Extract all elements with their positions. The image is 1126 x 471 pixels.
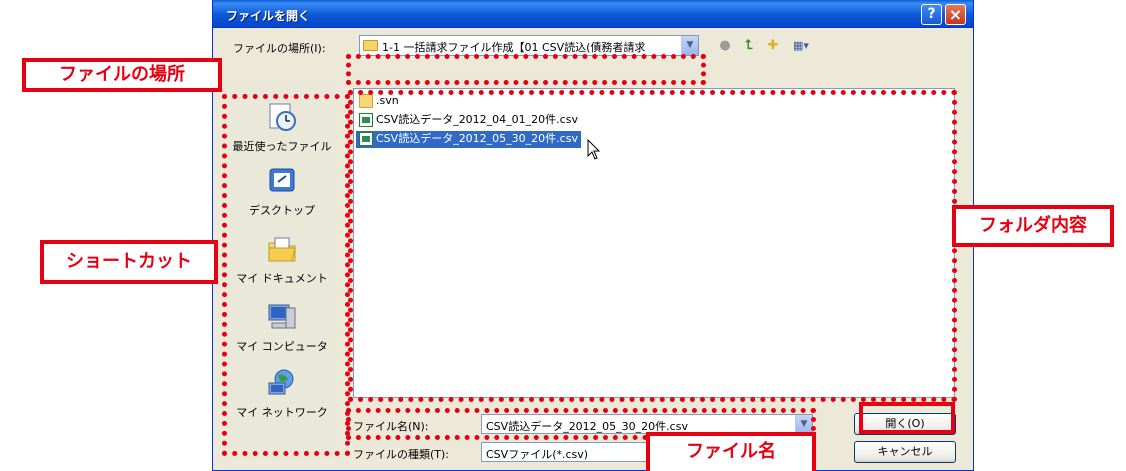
help-button[interactable]: ?: [921, 4, 942, 25]
new-folder-icon[interactable]: ✚: [765, 38, 781, 54]
look-in-label: ファイルの場所(I):: [233, 42, 326, 55]
title-bar[interactable]: ファイルを開く ? ×: [213, 0, 973, 28]
location-highlight: [346, 54, 706, 85]
shortcut-callout: ショートカット: [40, 240, 218, 284]
chevron-down-icon[interactable]: ▼: [681, 36, 698, 55]
file-type-value: CSVファイル(*.csv): [486, 448, 589, 461]
look-in-value: 1-1 一括請求ファイル作成【01 CSV読込(債務者請求: [382, 41, 646, 54]
view-menu-icon[interactable]: ▦▾: [790, 38, 812, 54]
look-in-dropdown[interactable]: 1-1 一括請求ファイル作成【01 CSV読込(債務者請求 ▼: [359, 35, 699, 56]
close-button[interactable]: ×: [945, 4, 966, 25]
folder-content-callout: フォルダ内容: [952, 205, 1114, 247]
shortcut-highlight: [222, 94, 350, 456]
up-folder-icon[interactable]: ⮤: [741, 38, 757, 54]
cancel-button[interactable]: キャンセル: [854, 441, 956, 463]
folder-icon: [363, 40, 378, 51]
file-type-label: ファイルの種類(T):: [353, 448, 450, 461]
dialog-title: ファイルを開く: [226, 9, 311, 23]
location-callout: ファイルの場所: [22, 58, 222, 92]
folder-content-highlight: [348, 90, 957, 402]
file-name-callout: ファイル名: [646, 432, 816, 471]
open-button-highlight: [859, 402, 955, 434]
back-icon[interactable]: ●: [717, 38, 733, 54]
